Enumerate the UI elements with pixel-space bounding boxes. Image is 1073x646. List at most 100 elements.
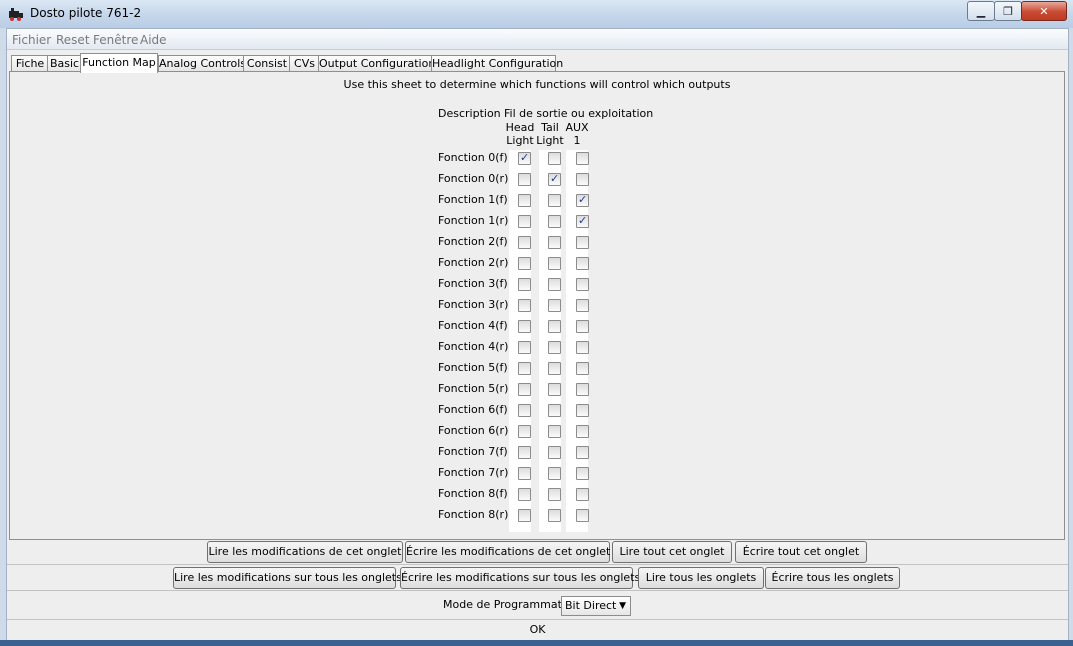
output-checkbox[interactable] xyxy=(548,446,561,459)
tab-consist[interactable]: Consist xyxy=(243,55,291,72)
tab-basic[interactable]: Basic xyxy=(47,55,82,72)
minimize-button[interactable]: ▁ xyxy=(967,1,995,21)
output-checkbox[interactable] xyxy=(548,299,561,312)
write-all-tab-button[interactable]: Écrire tout cet onglet xyxy=(735,541,867,563)
output-checkbox[interactable] xyxy=(548,257,561,270)
window-title-bar[interactable]: Dosto pilote 761-2 ▁ ❐ ✕ xyxy=(0,0,1073,28)
output-checkbox[interactable] xyxy=(518,383,531,396)
window-title: Dosto pilote 761-2 xyxy=(30,6,142,20)
output-checkbox[interactable] xyxy=(518,425,531,438)
tab-fiche[interactable]: Fiche xyxy=(11,55,49,72)
maximize-button[interactable]: ❐ xyxy=(994,1,1022,21)
output-checkbox[interactable] xyxy=(576,509,589,522)
output-checkbox[interactable] xyxy=(576,383,589,396)
close-button[interactable]: ✕ xyxy=(1021,1,1067,21)
output-checkbox[interactable] xyxy=(518,215,531,228)
column-header-line1: Head xyxy=(505,121,535,134)
tab-headlight-configuration[interactable]: Headlight Configuration xyxy=(431,55,563,72)
output-checkbox[interactable]: ✓ xyxy=(576,215,589,228)
menu-aide[interactable]: Aide xyxy=(140,33,167,47)
output-checkbox[interactable] xyxy=(518,173,531,186)
output-checkbox[interactable] xyxy=(576,341,589,354)
output-checkbox[interactable] xyxy=(576,299,589,312)
programming-mode-select[interactable]: Bit Direct ▼ xyxy=(561,596,631,616)
function-row-label: Fonction 1(r) xyxy=(438,214,509,227)
output-checkbox[interactable] xyxy=(576,173,589,186)
output-checkbox[interactable] xyxy=(576,152,589,165)
read-all-tab-button[interactable]: Lire tout cet onglet xyxy=(612,541,732,563)
output-checkbox[interactable] xyxy=(548,236,561,249)
write-all-tabs-button[interactable]: Écrire tous les onglets xyxy=(765,567,900,589)
output-checkbox[interactable] xyxy=(576,278,589,291)
read-changes-tab-button[interactable]: Lire les modifications de cet onglet xyxy=(207,541,403,563)
output-checkbox[interactable] xyxy=(576,236,589,249)
function-row-label: Fonction 2(f) xyxy=(438,235,508,248)
output-checkbox[interactable]: ✓ xyxy=(576,194,589,207)
output-checkbox[interactable] xyxy=(576,425,589,438)
menu-fenetre[interactable]: Fenêtre xyxy=(93,33,138,47)
output-checkbox[interactable] xyxy=(518,404,531,417)
output-checkbox[interactable] xyxy=(548,488,561,501)
output-checkbox[interactable] xyxy=(518,467,531,480)
output-checkbox[interactable] xyxy=(518,341,531,354)
output-checkbox[interactable] xyxy=(548,278,561,291)
tab-function-map[interactable]: Function Map xyxy=(80,53,158,73)
output-checkbox[interactable] xyxy=(576,404,589,417)
output-checkbox[interactable] xyxy=(548,152,561,165)
output-checkbox[interactable] xyxy=(548,404,561,417)
output-checkbox[interactable] xyxy=(548,425,561,438)
output-checkbox[interactable] xyxy=(518,509,531,522)
output-checkbox[interactable] xyxy=(576,362,589,375)
output-checkbox[interactable] xyxy=(548,341,561,354)
function-row-label: Fonction 4(r) xyxy=(438,340,509,353)
output-checkbox[interactable] xyxy=(576,467,589,480)
output-checkbox[interactable] xyxy=(548,509,561,522)
menu-reset[interactable]: Reset xyxy=(56,33,90,47)
output-checkbox[interactable]: ✓ xyxy=(518,152,531,165)
output-checkbox[interactable] xyxy=(548,383,561,396)
output-checkbox[interactable] xyxy=(518,299,531,312)
output-checkbox[interactable] xyxy=(548,362,561,375)
minimize-icon: ▁ xyxy=(976,4,986,18)
output-checkbox[interactable] xyxy=(518,362,531,375)
read-changes-all-tabs-button[interactable]: Lire les modifications sur tous les ongl… xyxy=(173,567,402,589)
output-checkbox[interactable] xyxy=(518,278,531,291)
locomotive-icon xyxy=(9,8,23,21)
output-checkbox[interactable] xyxy=(518,446,531,459)
programming-mode-label: Mode de Programmation xyxy=(443,598,579,611)
separator xyxy=(7,564,1068,565)
output-checkbox[interactable] xyxy=(518,257,531,270)
output-checkbox[interactable] xyxy=(518,488,531,501)
function-row-label: Fonction 0(r) xyxy=(438,172,509,185)
read-all-tabs-button[interactable]: Lire tous les onglets xyxy=(638,567,764,589)
output-checkbox[interactable]: ✓ xyxy=(548,173,561,186)
output-checkbox[interactable] xyxy=(548,215,561,228)
programming-mode-row: Mode de Programmation Bit Direct ▼ xyxy=(7,596,1068,620)
tab-cvs[interactable]: CVs xyxy=(289,55,320,72)
column-header-line1: AUX xyxy=(565,121,589,134)
status-ok: OK xyxy=(529,623,546,636)
output-checkbox[interactable] xyxy=(548,320,561,333)
function-row-label: Fonction 2(r) xyxy=(438,256,509,269)
write-changes-tab-button[interactable]: Écrire les modifications de cet onglet xyxy=(405,541,610,563)
programming-mode-value: Bit Direct xyxy=(565,599,617,612)
tab-output-configuration[interactable]: Output Configuration xyxy=(318,55,435,72)
tab-analog-controls[interactable]: Analog Controls xyxy=(158,55,246,72)
output-checkbox[interactable] xyxy=(548,194,561,207)
function-row-label: Fonction 6(f) xyxy=(438,403,508,416)
checkmark-icon: ✓ xyxy=(578,214,588,227)
function-row-label: Fonction 4(f) xyxy=(438,319,508,332)
output-checkbox[interactable] xyxy=(576,488,589,501)
menu-fichier[interactable]: Fichier xyxy=(12,33,51,47)
output-checkbox[interactable] xyxy=(518,236,531,249)
output-checkbox[interactable] xyxy=(576,320,589,333)
write-changes-all-tabs-button[interactable]: Écrire les modifications sur tous les on… xyxy=(400,567,640,589)
menu-bar: Fichier Reset Fenêtre Aide xyxy=(7,29,1068,50)
output-checkbox[interactable] xyxy=(576,446,589,459)
function-row-label: Fonction 7(f) xyxy=(438,445,508,458)
output-checkbox[interactable] xyxy=(576,257,589,270)
output-checkbox[interactable] xyxy=(548,467,561,480)
output-checkbox[interactable] xyxy=(518,320,531,333)
output-checkbox[interactable] xyxy=(518,194,531,207)
checkmark-icon: ✓ xyxy=(550,172,560,185)
